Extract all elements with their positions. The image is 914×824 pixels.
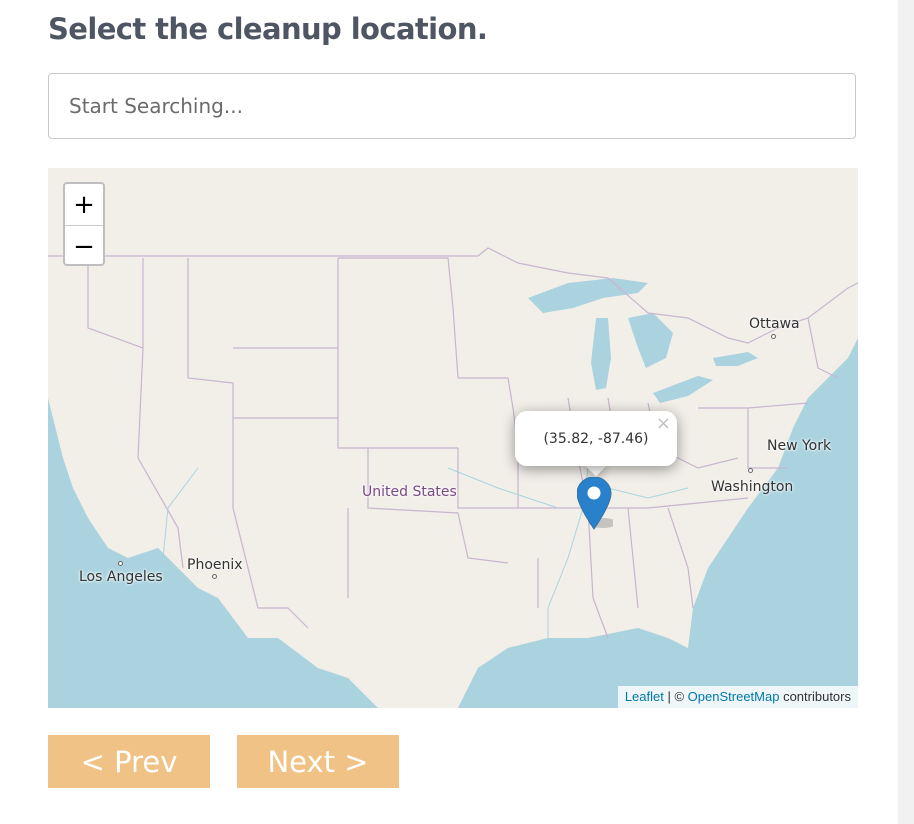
city-dot-los-angeles: [118, 561, 123, 566]
map-marker-icon[interactable]: [577, 477, 613, 533]
popup-close-icon[interactable]: ×: [656, 413, 671, 434]
map-label-ottawa: Ottawa: [749, 316, 800, 332]
search-input[interactable]: [49, 74, 855, 138]
search-box[interactable]: [48, 73, 856, 139]
attribution-separator: | ©: [663, 689, 688, 704]
city-dot-phoenix: [212, 574, 217, 579]
page-panel: Select the cleanup location. Start Searc…: [0, 0, 898, 824]
map-attribution: Leaflet | © OpenStreetMap contributors: [617, 686, 858, 708]
city-dot-ottawa: [771, 334, 776, 339]
land-area: [48, 168, 858, 708]
map-label-washington: Washington: [711, 479, 794, 495]
location-popup: (35.82, -87.46) ×: [515, 411, 677, 466]
map-label-new-york: New York: [767, 438, 832, 454]
leaflet-link[interactable]: Leaflet: [625, 689, 664, 704]
map-view[interactable]: + − Ottawa New York Washington United St…: [48, 168, 858, 708]
osm-link[interactable]: OpenStreetMap: [688, 689, 780, 704]
zoom-control[interactable]: + −: [63, 182, 105, 266]
page-title: Select the cleanup location.: [48, 12, 488, 46]
zoom-in-button[interactable]: +: [65, 184, 103, 226]
map-label-phoenix: Phoenix: [187, 557, 243, 573]
zoom-out-button[interactable]: −: [65, 226, 103, 264]
popup-coordinates: (35.82, -87.46): [515, 411, 677, 466]
map-label-los-angeles: Los Angeles: [79, 569, 163, 585]
attribution-suffix: contributors: [779, 689, 851, 704]
next-button[interactable]: Next >: [237, 735, 399, 788]
map-label-united-states: United States: [362, 484, 457, 500]
prev-button[interactable]: < Prev: [48, 735, 210, 788]
gulf-of-california: [168, 598, 223, 708]
city-dot-washington: [748, 468, 753, 473]
map-tiles[interactable]: [48, 168, 858, 708]
